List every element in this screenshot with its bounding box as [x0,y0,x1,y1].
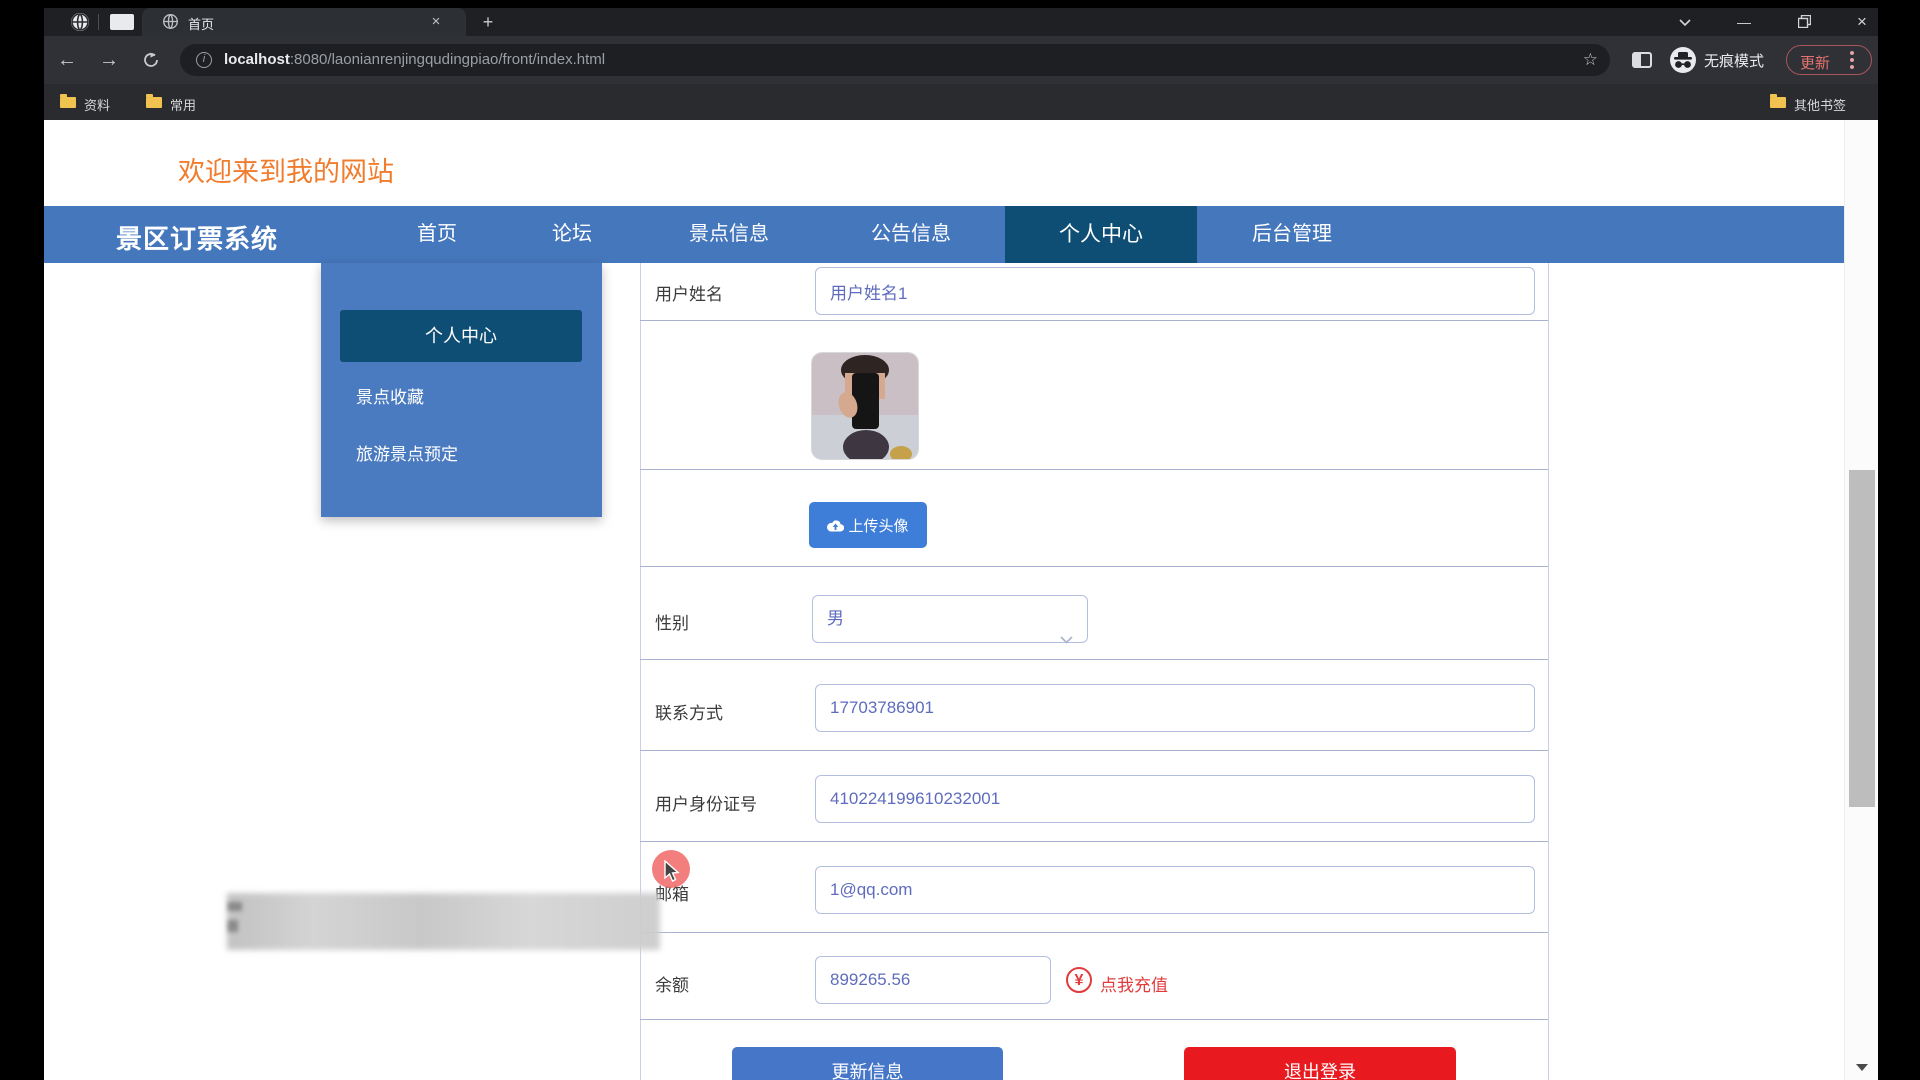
form-right-border [1548,263,1549,1080]
balance-label: 余额 [655,971,689,996]
dropdown-item-favorites[interactable]: 景点收藏 [356,383,424,408]
browser-toolbar: ← → i localhost:8080/laonianrenjingqudin… [44,36,1878,84]
email-input[interactable] [815,866,1535,914]
page-info-icon[interactable]: i [196,52,212,68]
incognito-icon [1670,47,1696,73]
reload-icon[interactable] [134,43,168,77]
recharge-link[interactable]: 点我充值 [1100,971,1168,996]
nav-item-personal-center[interactable]: 个人中心 [1005,206,1197,263]
scrollbar-down-arrow-icon[interactable] [1856,1064,1868,1071]
form-left-border [640,263,641,1080]
phone-label: 联系方式 [655,699,723,724]
other-bookmarks[interactable]: 其他书签 [1794,95,1846,114]
tab-separator [98,14,99,30]
window-restore-icon[interactable] [1792,10,1816,34]
browser-update-button[interactable]: 更新 ••• [1786,45,1872,75]
nav-item-forum[interactable]: 论坛 [552,206,592,263]
tab-close-icon[interactable]: × [426,12,446,32]
divider [640,659,1548,660]
back-icon[interactable]: ← [50,43,84,77]
window-menu-chevron-icon[interactable] [1673,10,1697,34]
yen-icon: ¥ [1066,967,1092,993]
cursor-highlight [652,850,690,888]
logout-button[interactable]: 退出登录 [1184,1047,1456,1080]
window-close-icon[interactable]: × [1850,10,1874,34]
divider [640,566,1548,567]
welcome-heading: 欢迎来到我的网站 [178,150,394,189]
active-tab[interactable]: 首页 × [142,8,466,36]
name-label: 用户姓名 [655,280,723,305]
id-number-label: 用户身份证号 [655,790,757,815]
id-number-input[interactable] [815,775,1535,823]
phone-input[interactable] [815,684,1535,732]
tab-title: 首页 [188,14,214,33]
url-host: localhost [224,51,290,68]
divider [640,1019,1548,1020]
watermark-smudge [228,920,238,932]
folder-icon [1770,97,1786,108]
upload-avatar-label: 上传头像 [848,515,908,536]
nav-item-home[interactable]: 首页 [417,206,457,263]
nav-item-announcements[interactable]: 公告信息 [871,206,951,263]
cloud-upload-icon [827,519,844,532]
upload-avatar-button[interactable]: 上传头像 [809,502,927,548]
forward-icon[interactable]: → [92,43,126,77]
url-path: :8080/laonianrenjingqudingpiao/front/ind… [290,51,605,68]
bookmark-folder-ziliao[interactable]: 资料 [84,95,110,114]
folder-icon [60,97,76,108]
nav-item-scenic-info[interactable]: 景点信息 [689,206,769,263]
divider [640,320,1548,321]
update-label: 更新 [1800,52,1830,73]
watermark-smudge [228,902,242,911]
web-page: 欢迎来到我的网站 景区订票系统 首页 论坛 景点信息 公告信息 个人中心 后台管… [44,120,1878,1080]
pinned-globe-icon[interactable] [70,12,90,37]
url-bar[interactable]: i localhost:8080/laonianrenjingqudingpia… [180,44,1610,76]
bookmark-folder-changyong[interactable]: 常用 [170,95,196,114]
incognito-label: 无痕模式 [1704,50,1764,71]
site-navbar: 景区订票系统 首页 论坛 景点信息 公告信息 个人中心 后台管理 [44,206,1878,263]
side-panel-icon[interactable] [1632,52,1652,68]
pinned-tab-icon[interactable] [110,14,134,30]
divider [640,932,1548,933]
gender-select[interactable]: 男 [812,595,1088,643]
url-text: localhost:8080/laonianrenjingqudingpiao/… [224,51,605,68]
blurred-watermark [227,893,660,950]
balance-input[interactable] [815,956,1051,1004]
screen: 首页 × + — × ← → i localhost:8080/laonianr… [0,0,1920,1080]
avatar [812,353,918,459]
new-tab-button[interactable]: + [476,10,500,34]
scrollbar-thumb[interactable] [1849,470,1875,807]
gender-label: 性别 [655,609,689,634]
gender-value: 男 [827,609,844,628]
nav-item-personal-center-label: 个人中心 [1059,206,1143,263]
personal-center-dropdown: 个人中心 景点收藏 旅游景点预定 [321,263,602,517]
chevron-down-icon [1060,616,1073,662]
browser-window: 首页 × + — × ← → i localhost:8080/laonianr… [44,8,1878,1080]
dropdown-item-bookings[interactable]: 旅游景点预定 [356,440,458,465]
dropdown-item-personal-center[interactable]: 个人中心 [340,310,582,362]
window-minimize-icon[interactable]: — [1732,10,1756,34]
bookmarks-bar: 资料 常用 其他书签 [44,84,1878,120]
tab-favicon-globe-icon [162,13,179,35]
name-input[interactable] [815,267,1535,315]
divider [640,469,1548,470]
site-brand: 景区订票系统 [116,219,278,256]
update-info-button[interactable]: 更新信息 [732,1047,1003,1080]
divider [640,750,1548,751]
folder-icon [146,97,162,108]
page-scrollbar[interactable] [1844,120,1878,1080]
bookmark-star-icon[interactable]: ☆ [1583,50,1598,70]
nav-item-admin[interactable]: 后台管理 [1252,206,1332,263]
browser-tab-bar: 首页 × + — × [44,8,1878,36]
menu-dots-icon[interactable]: ••• [1847,50,1857,71]
divider [640,841,1548,842]
mouse-cursor-icon [662,860,684,884]
